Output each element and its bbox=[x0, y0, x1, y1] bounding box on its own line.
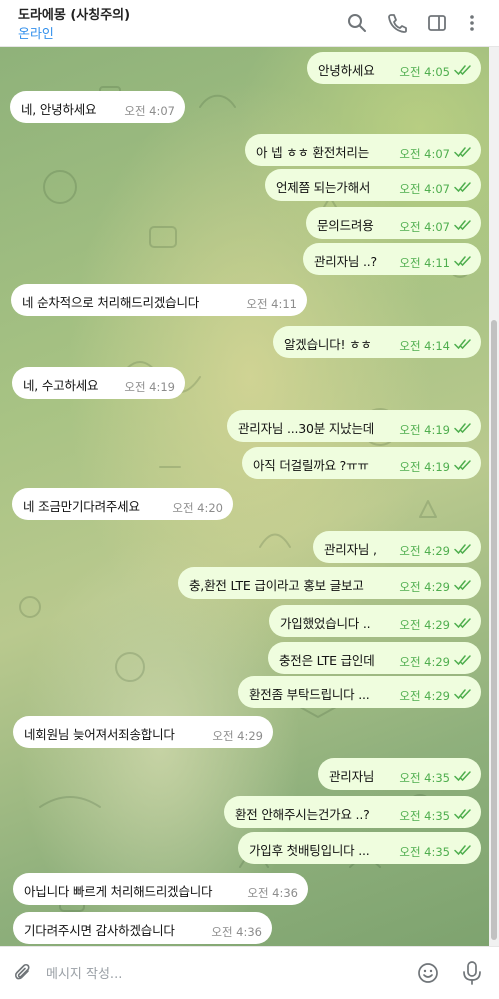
search-icon[interactable] bbox=[346, 12, 368, 34]
message-time: 오전 4:07 bbox=[399, 147, 450, 161]
message-time: 오전 4:07 bbox=[399, 220, 450, 234]
message-time: 오전 4:11 bbox=[399, 256, 450, 270]
read-checkmarks-icon bbox=[454, 65, 471, 76]
read-checkmarks-icon bbox=[454, 618, 471, 629]
message-text: 알겠습니다! ㅎㅎ bbox=[284, 337, 372, 352]
message-text: 네 조금만기다려주세요 bbox=[23, 499, 140, 514]
message-time: 오전 4:14 bbox=[399, 339, 450, 353]
message-text: 충전은 LTE 급인데 bbox=[279, 653, 375, 668]
outgoing-message[interactable]: 안녕하세요 오전 4:05 bbox=[307, 52, 481, 84]
message-time: 오전 4:36 bbox=[247, 886, 298, 900]
outgoing-message[interactable]: 환전좀 부탁드립니다 ... 오전 4:29 bbox=[238, 676, 481, 708]
read-checkmarks-icon bbox=[454, 256, 471, 267]
read-checkmarks-icon bbox=[454, 460, 471, 471]
outgoing-message[interactable]: 관리자님 , 오전 4:29 bbox=[313, 531, 481, 563]
message-time: 오전 4:05 bbox=[399, 65, 450, 79]
message-time: 오전 4:29 bbox=[212, 729, 263, 743]
read-checkmarks-icon bbox=[454, 845, 471, 856]
message-time: 오전 4:20 bbox=[172, 501, 223, 515]
incoming-message[interactable]: 네, 안녕하세요 오전 4:07 bbox=[10, 91, 185, 123]
incoming-message[interactable]: 네 순차적으로 처리해드리겠습니다 오전 4:11 bbox=[11, 284, 307, 316]
outgoing-message[interactable]: 아 넵 ㅎㅎ 환전처리는 오전 4:07 bbox=[245, 134, 481, 166]
outgoing-message[interactable]: 아직 더걸릴까요 ?ㅠㅠ 오전 4:19 bbox=[242, 447, 481, 479]
outgoing-message[interactable]: 가입후 첫배팅입니다 ... 오전 4:35 bbox=[238, 832, 481, 864]
microphone-icon[interactable] bbox=[460, 960, 484, 986]
outgoing-message[interactable]: 관리자님 ..? 오전 4:11 bbox=[303, 243, 481, 275]
message-text: 문의드려용 bbox=[317, 218, 374, 233]
read-checkmarks-icon bbox=[454, 689, 471, 700]
message-text: 충,환전 LTE 급이라고 홍보 글보고 bbox=[189, 578, 364, 593]
message-text: 환전 안해주시는건가요 ..? bbox=[235, 807, 370, 822]
read-checkmarks-icon bbox=[454, 809, 471, 820]
read-checkmarks-icon bbox=[454, 147, 471, 158]
message-composer bbox=[0, 946, 499, 999]
outgoing-message[interactable]: 알겠습니다! ㅎㅎ 오전 4:14 bbox=[273, 326, 481, 358]
message-time: 오전 4:29 bbox=[399, 580, 450, 594]
message-list[interactable]: 안녕하세요 오전 4:05 네, 안녕하세요 오전 4:07 아 넵 ㅎㅎ 환전처리는 오… bbox=[0, 47, 489, 946]
phone-icon[interactable] bbox=[386, 12, 408, 34]
more-icon[interactable] bbox=[461, 12, 483, 34]
message-time: 오전 4:19 bbox=[399, 423, 450, 437]
outgoing-message[interactable]: 충,환전 LTE 급이라고 홍보 글보고 오전 4:29 bbox=[178, 567, 481, 599]
outgoing-message[interactable]: 가입했었습니다 .. 오전 4:29 bbox=[269, 605, 481, 637]
message-time: 오전 4:29 bbox=[399, 618, 450, 632]
chat-header: 도라에몽 (사칭주의) 온라인 bbox=[0, 0, 499, 47]
message-text: 관리자님 bbox=[329, 769, 375, 784]
message-text: 네 순차적으로 처리해드리겠습니다 bbox=[22, 295, 200, 310]
message-text: 아직 더걸릴까요 ?ㅠㅠ bbox=[253, 458, 369, 473]
message-text: 가입후 첫배팅입니다 ... bbox=[249, 843, 370, 858]
outgoing-message[interactable]: 관리자님 오전 4:35 bbox=[318, 758, 481, 790]
read-checkmarks-icon bbox=[454, 580, 471, 591]
chat-status: 온라인 bbox=[18, 27, 54, 42]
read-checkmarks-icon bbox=[454, 771, 471, 782]
paperclip-icon[interactable] bbox=[12, 962, 34, 984]
read-checkmarks-icon bbox=[454, 423, 471, 434]
message-text: 네, 안녕하세요 bbox=[21, 102, 97, 117]
message-text: 아 넵 ㅎㅎ 환전처리는 bbox=[256, 145, 370, 160]
read-checkmarks-icon bbox=[454, 544, 471, 555]
message-time: 오전 4:11 bbox=[246, 297, 297, 311]
message-text: 관리자님 ...30분 지났는데 bbox=[238, 421, 375, 436]
message-time: 오전 4:29 bbox=[399, 689, 450, 703]
incoming-message[interactable]: 네 조금만기다려주세요 오전 4:20 bbox=[12, 488, 233, 520]
message-text: 안녕하세요 bbox=[318, 63, 375, 78]
incoming-message[interactable]: 아닙니다 빠르게 처리해드리겠습니다 오전 4:36 bbox=[13, 873, 308, 905]
message-time: 오전 4:35 bbox=[399, 771, 450, 785]
message-time: 오전 4:19 bbox=[124, 380, 175, 394]
message-text: 관리자님 , bbox=[324, 542, 377, 557]
message-time: 오전 4:35 bbox=[399, 809, 450, 823]
message-input[interactable] bbox=[44, 959, 408, 989]
incoming-message[interactable]: 네, 수고하세요 오전 4:19 bbox=[12, 367, 185, 399]
emoji-icon[interactable] bbox=[416, 961, 440, 985]
message-text: 기다려주시면 감사하겠습니다 bbox=[24, 923, 175, 938]
message-time: 오전 4:35 bbox=[399, 845, 450, 859]
incoming-message[interactable]: 네회원님 늦어져서죄송합니다 오전 4:29 bbox=[13, 716, 273, 748]
outgoing-message[interactable]: 환전 안해주시는건가요 ..? 오전 4:35 bbox=[224, 796, 481, 828]
scrollbar-thumb[interactable] bbox=[491, 320, 497, 940]
sidebar-icon[interactable] bbox=[426, 12, 448, 34]
read-checkmarks-icon bbox=[454, 339, 471, 350]
message-time: 오전 4:29 bbox=[399, 544, 450, 558]
message-time: 오전 4:36 bbox=[211, 925, 262, 939]
message-time: 오전 4:19 bbox=[399, 460, 450, 474]
read-checkmarks-icon bbox=[454, 655, 471, 666]
message-text: 네회원님 늦어져서죄송합니다 bbox=[24, 727, 175, 742]
message-text: 관리자님 ..? bbox=[314, 254, 377, 269]
message-text: 가입했었습니다 .. bbox=[280, 616, 371, 631]
message-text: 언제쯤 되는가해서 bbox=[276, 180, 371, 195]
outgoing-message[interactable]: 관리자님 ...30분 지났는데 오전 4:19 bbox=[227, 410, 481, 442]
message-time: 오전 4:29 bbox=[399, 655, 450, 669]
outgoing-message[interactable]: 언제쯤 되는가해서 오전 4:07 bbox=[265, 169, 481, 201]
message-text: 네, 수고하세요 bbox=[23, 378, 99, 393]
chat-title[interactable]: 도라에몽 (사칭주의) bbox=[18, 4, 130, 23]
read-checkmarks-icon bbox=[454, 220, 471, 231]
message-time: 오전 4:07 bbox=[399, 182, 450, 196]
message-time: 오전 4:07 bbox=[124, 104, 175, 118]
incoming-message[interactable]: 기다려주시면 감사하겠습니다 오전 4:36 bbox=[13, 912, 272, 944]
message-text: 아닙니다 빠르게 처리해드리겠습니다 bbox=[24, 884, 213, 899]
outgoing-message[interactable]: 문의드려용 오전 4:07 bbox=[306, 207, 481, 239]
outgoing-message[interactable]: 충전은 LTE 급인데 오전 4:29 bbox=[268, 642, 481, 674]
read-checkmarks-icon bbox=[454, 182, 471, 193]
message-text: 환전좀 부탁드립니다 ... bbox=[249, 687, 370, 702]
